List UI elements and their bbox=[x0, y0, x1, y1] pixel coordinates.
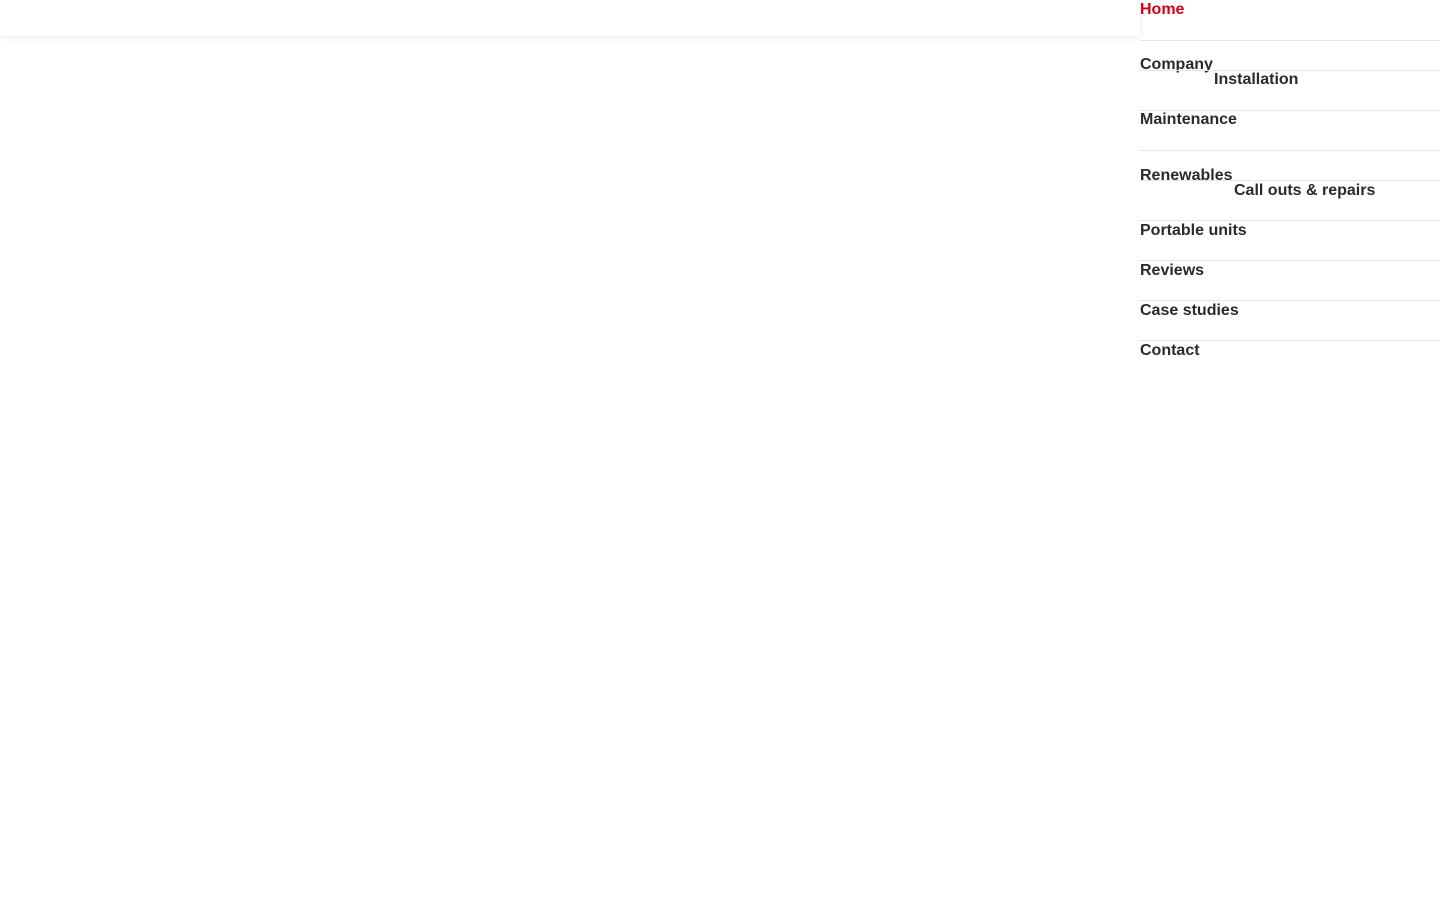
main-navigation-menu: Home Company Installation Maintenance Re… bbox=[1140, 0, 1440, 400]
nav-divider bbox=[1140, 220, 1440, 221]
nav-link-contact[interactable]: Contact bbox=[1140, 342, 1200, 360]
nav-link-company[interactable]: Company bbox=[1140, 56, 1213, 74]
nav-divider bbox=[1140, 180, 1440, 181]
header-bar bbox=[0, 0, 1140, 36]
nav-divider bbox=[1140, 260, 1440, 261]
nav-link-case-studies[interactable]: Case studies bbox=[1140, 302, 1239, 320]
page: Home Company Installation Maintenance Re… bbox=[0, 0, 1440, 900]
nav-divider bbox=[1140, 40, 1440, 41]
nav-divider bbox=[1140, 300, 1440, 301]
nav-link-renewables[interactable]: Renewables bbox=[1140, 167, 1232, 185]
nav-link-installation[interactable]: Installation bbox=[1214, 71, 1298, 89]
nav-link-home[interactable]: Home bbox=[1140, 1, 1184, 19]
nav-divider bbox=[1140, 340, 1440, 341]
nav-link-maintenance[interactable]: Maintenance bbox=[1140, 111, 1237, 129]
nav-link-portable-units[interactable]: Portable units bbox=[1140, 222, 1247, 240]
nav-link-reviews[interactable]: Reviews bbox=[1140, 262, 1204, 280]
nav-link-call-outs-repairs[interactable]: Call outs & repairs bbox=[1234, 182, 1375, 200]
nav-divider bbox=[1140, 150, 1440, 151]
